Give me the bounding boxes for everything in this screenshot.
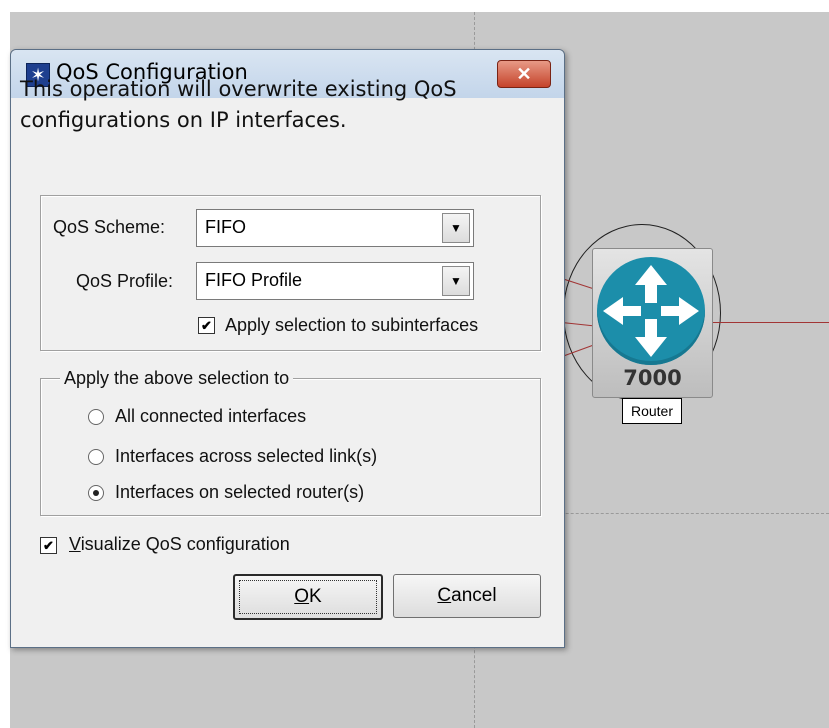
apply-subinterfaces-checkbox[interactable]: ✔ bbox=[198, 317, 215, 334]
qos-profile-select[interactable]: FIFO Profile ▼ bbox=[196, 262, 474, 300]
radio-on-routers[interactable] bbox=[88, 485, 104, 501]
router-model-number: 7000 bbox=[623, 366, 682, 390]
apply-group-title: Apply the above selection to bbox=[60, 368, 294, 389]
qos-scheme-value: FIFO bbox=[205, 217, 246, 237]
apply-subinterfaces-label[interactable]: Apply selection to subinterfaces bbox=[225, 315, 478, 336]
qos-profile-label: QoS Profile: bbox=[76, 271, 174, 291]
radio-across-links[interactable] bbox=[88, 449, 104, 465]
network-link[interactable] bbox=[711, 322, 829, 323]
qos-scheme-label: QoS Scheme: bbox=[53, 217, 166, 237]
focus-ring bbox=[239, 580, 377, 614]
visualize-accel-key: V bbox=[69, 534, 81, 554]
radio-all-connected[interactable] bbox=[88, 409, 104, 425]
cancel-button[interactable]: Cancel bbox=[393, 574, 541, 618]
qos-profile-value: FIFO Profile bbox=[205, 270, 303, 290]
visualize-qos-label[interactable]: Visualize QoS configuration bbox=[69, 534, 290, 555]
chevron-down-icon[interactable]: ▼ bbox=[442, 213, 470, 243]
router-icon bbox=[597, 257, 705, 365]
qos-scheme-select[interactable]: FIFO ▼ bbox=[196, 209, 474, 247]
ok-button[interactable]: OK bbox=[233, 574, 383, 620]
radio-on-routers-label[interactable]: Interfaces on selected router(s) bbox=[115, 482, 364, 503]
router-name-label: Router bbox=[622, 398, 682, 424]
warning-message: This operation will overwrite existing Q… bbox=[20, 77, 457, 132]
radio-across-links-label[interactable]: Interfaces across selected link(s) bbox=[115, 446, 377, 467]
router-node[interactable]: 7000 bbox=[592, 248, 713, 398]
cancel-accel-key: C bbox=[437, 585, 452, 606]
visualize-qos-checkbox[interactable]: ✔ bbox=[40, 537, 57, 554]
radio-all-connected-label[interactable]: All connected interfaces bbox=[115, 406, 306, 427]
chevron-down-icon[interactable]: ▼ bbox=[442, 266, 470, 296]
cancel-label-rest: ancel bbox=[451, 585, 497, 606]
visualize-label-rest: isualize QoS configuration bbox=[80, 534, 290, 554]
